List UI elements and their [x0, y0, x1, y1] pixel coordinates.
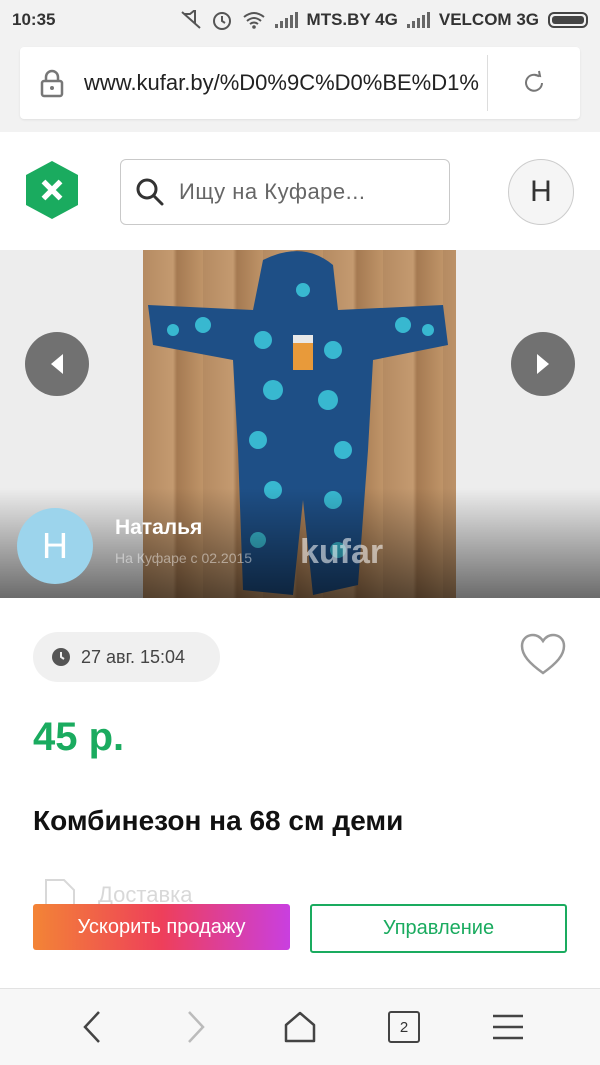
next-photo-button[interactable]: [511, 332, 575, 396]
home-icon: [284, 1011, 316, 1043]
back-arrow-icon: [83, 1011, 100, 1043]
date-badge: 27 авг. 15:04: [33, 632, 220, 682]
forward-button[interactable]: [166, 997, 226, 1057]
browser-toolbar: www.kufar.by/%D0%9C%D0%BE%D1%: [0, 40, 600, 132]
status-time: 10:35: [12, 10, 56, 29]
address-bar[interactable]: www.kufar.by/%D0%9C%D0%BE%D1%: [20, 47, 580, 119]
user-avatar[interactable]: Н: [508, 159, 574, 225]
mute-icon: [180, 10, 201, 29]
chevron-left-icon: [51, 354, 63, 374]
back-button[interactable]: [62, 997, 122, 1057]
kufar-logo-icon[interactable]: [24, 159, 80, 221]
url-text[interactable]: www.kufar.by/%D0%9C%D0%BE%D1%: [84, 70, 487, 96]
signal-icon: [274, 12, 298, 28]
tab-count: 2: [388, 1011, 420, 1043]
menu-icon: [493, 1014, 523, 1040]
clock-icon: [52, 648, 70, 666]
seller-avatar[interactable]: Н: [17, 508, 93, 584]
listing-price: 45 р.: [33, 715, 125, 759]
listing-title: Комбинезон на 68 см деми: [33, 805, 404, 836]
carrier2-label: VELCOM 3G: [438, 10, 539, 29]
status-bar: 10:35 MTS.BY 4G VELCOM 3G: [0, 0, 600, 40]
signal-icon: [406, 12, 430, 28]
menu-button[interactable]: [478, 997, 538, 1057]
site-header: Н: [0, 132, 600, 250]
screen: 10:35 MTS.BY 4G VELCOM 3G www.kufar.by/%…: [0, 0, 600, 1065]
search-input[interactable]: [179, 179, 419, 205]
battery-icon: [548, 12, 588, 28]
browser-bottom-nav: 2: [0, 988, 600, 1065]
search-box[interactable]: [120, 159, 450, 225]
heart-icon[interactable]: [519, 633, 567, 677]
chevron-right-icon: [537, 354, 549, 374]
seller-since: На Куфаре с 02.2015: [115, 550, 253, 566]
carrier1-label: MTS.BY 4G: [306, 10, 398, 29]
reload-icon[interactable]: [488, 70, 580, 96]
photo-gallery[interactable]: kufar Н Наталья На Куфаре с 02.2015: [0, 250, 600, 598]
seller-name[interactable]: Наталья: [115, 516, 202, 540]
search-icon: [136, 178, 164, 206]
lock-icon: [20, 68, 84, 98]
alarm-icon: [212, 12, 231, 30]
tabs-button[interactable]: 2: [374, 997, 434, 1057]
home-button[interactable]: [270, 997, 330, 1057]
watermark: kufar: [300, 533, 384, 571]
boost-sale-button[interactable]: Ускорить продажу: [33, 904, 290, 950]
listing-date: 27 авг. 15:04: [81, 646, 186, 667]
forward-arrow-icon: [188, 1011, 205, 1043]
prev-photo-button[interactable]: [25, 332, 89, 396]
wifi-icon: [242, 12, 265, 29]
status-icons: MTS.BY 4G VELCOM 3G: [180, 9, 588, 31]
manage-button[interactable]: Управление: [310, 904, 567, 953]
